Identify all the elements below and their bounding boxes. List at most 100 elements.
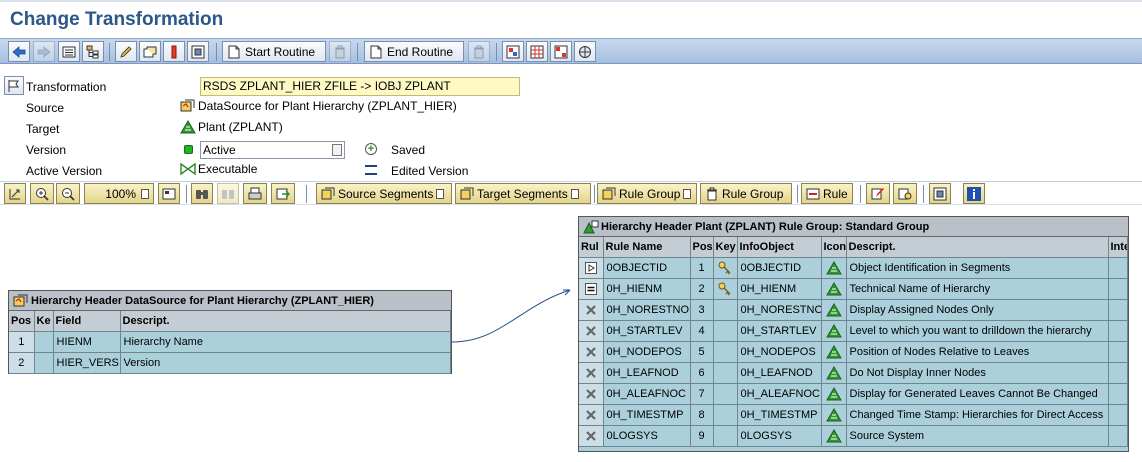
table-row[interactable]: 2 HIER_VERS Version (9, 352, 451, 374)
binoculars-next-icon (221, 187, 235, 201)
transformation-field[interactable]: RSDS ZPLANT_HIER ZFILE -> IOBJ ZPLANT (200, 77, 520, 96)
display-data-flow-button[interactable] (574, 41, 596, 62)
expert-routine-button[interactable] (502, 41, 524, 62)
source-segments-button[interactable]: Source Segments (316, 183, 452, 204)
table-row[interactable]: 0LOGSYS 9 0LOGSYS Source System (579, 425, 1128, 447)
key-cell (713, 278, 738, 300)
dropdown-icon (683, 188, 692, 199)
settings-button[interactable] (929, 183, 951, 204)
rule-name[interactable]: 0OBJECTID (603, 257, 691, 279)
rule-type-cell[interactable] (579, 257, 604, 279)
rule-type-cell[interactable] (579, 383, 604, 405)
row-pos: 8 (690, 404, 714, 426)
rule-type-cell[interactable] (579, 362, 604, 384)
rule-button[interactable]: Rule (801, 183, 853, 204)
compare-button[interactable] (550, 41, 572, 62)
start-routine-button[interactable]: Start Routine (222, 41, 326, 62)
table-row[interactable]: 0H_HIENM 2 0H_HIENM Technical Name of Hiera… (579, 278, 1128, 300)
table-view-button[interactable] (526, 41, 548, 62)
rule-name[interactable]: 0H_LEAFNOD (603, 362, 691, 384)
rule-name[interactable]: 0H_STARTLEV (603, 320, 691, 342)
overview-button[interactable] (158, 183, 180, 204)
target-box[interactable]: Hierarchy Header Plant (ZPLANT) Rule Gro… (578, 216, 1129, 452)
table-row[interactable]: 0H_LEAFNOD 6 0H_LEAFNOD Do Not Display Inne… (579, 362, 1128, 384)
export-button[interactable] (271, 183, 295, 204)
infoobject-name: 0OBJECTID (737, 257, 822, 279)
check-button[interactable] (139, 41, 161, 62)
rule-name[interactable]: 0LOGSYS (603, 425, 691, 447)
forward-button[interactable] (33, 41, 55, 62)
version-dropdown[interactable]: Active (200, 141, 345, 159)
rule-details-button[interactable] (893, 183, 917, 204)
pencil-icon (871, 187, 885, 201)
info-button[interactable] (963, 183, 985, 204)
infoobject-icon-cell (821, 383, 847, 405)
row-pos: 7 (690, 383, 714, 405)
row-inte (1108, 257, 1128, 279)
row-field: HIENM (53, 331, 121, 353)
display-program-button[interactable] (187, 41, 209, 62)
find-button[interactable] (191, 183, 213, 204)
rule-name[interactable]: 0H_NODEPOS (603, 341, 691, 363)
edit-rule-button[interactable] (866, 183, 890, 204)
zoom-out-button[interactable] (56, 183, 80, 204)
hierarchy-button[interactable] (82, 41, 104, 62)
edit-button[interactable] (115, 41, 137, 62)
target-segments-button[interactable]: Target Segments (455, 183, 591, 204)
column-header-field: Field (53, 311, 121, 332)
infoobject-name: 0H_NODEPOS (737, 341, 822, 363)
rule-group-dropdown-button[interactable]: Rule Group (597, 183, 697, 204)
table-row[interactable]: 0H_NORESTNO 3 0H_NORESTNO Display Assigned … (579, 299, 1128, 321)
table-row[interactable]: 0H_STARTLEV 4 0H_STARTLEV Level to which yo… (579, 320, 1128, 342)
activate-button[interactable] (163, 41, 185, 62)
rule-type-cell[interactable] (579, 299, 604, 321)
row-inte (1108, 278, 1128, 300)
fit-screen-button[interactable] (4, 183, 26, 204)
infoobject-icon (825, 281, 842, 296)
table-row[interactable]: 0OBJECTID 1 0OBJECTID Object Identification… (579, 257, 1128, 279)
table-row[interactable]: 0H_TIMESTMP 8 0H_TIMESTMP Changed Time Stam… (579, 404, 1128, 426)
table-row[interactable]: 0H_NODEPOS 5 0H_NODEPOS Position of Nodes R… (579, 341, 1128, 363)
end-routine-button[interactable]: End Routine (364, 41, 464, 62)
infoobject-icon (825, 344, 842, 359)
row-key (34, 331, 54, 353)
dropdown-icon (436, 188, 445, 199)
compare-grid-icon (554, 45, 568, 59)
rule-type-cell[interactable] (579, 404, 604, 426)
transformation-details-button[interactable] (4, 76, 24, 95)
infoobject-name: 0H_ALEAFNOC (737, 383, 822, 405)
target-value: Plant (ZPLANT) (198, 120, 283, 134)
delete-start-routine-button[interactable] (329, 41, 351, 62)
rule-type-cell[interactable] (579, 278, 604, 300)
delete-end-routine-button[interactable] (468, 41, 490, 62)
row-inte (1108, 404, 1128, 426)
program-icon (191, 45, 205, 59)
find-next-button[interactable] (217, 183, 239, 204)
source-box[interactable]: Hierarchy Header DataSource for Plant Hi… (8, 290, 452, 374)
toolbar-separator (109, 43, 110, 61)
key-cell (713, 320, 738, 342)
source-segments-label: Source Segments (338, 186, 434, 201)
display-list-button[interactable] (58, 41, 80, 62)
rule-type-cell[interactable] (579, 341, 604, 363)
rule-type-cell[interactable] (579, 320, 604, 342)
infoobject-name: 0H_LEAFNOD (737, 362, 822, 384)
rule-type-cell[interactable] (579, 425, 604, 447)
column-header-pos: Pos (9, 311, 35, 332)
title-bar: Change Transformation (0, 0, 1142, 36)
transformation-canvas[interactable]: Hierarchy Header DataSource for Plant Hi… (0, 206, 1142, 462)
zoom-in-button[interactable] (30, 183, 54, 204)
column-header-icon: Icon (821, 237, 847, 258)
table-row[interactable]: 1 HIENM Hierarchy Name (9, 331, 451, 353)
row-desc: Display for Generated Leaves Cannot Be C… (846, 383, 1109, 405)
rule-name[interactable]: 0H_NORESTNO (603, 299, 691, 321)
table-row[interactable]: 0H_ALEAFNOC 7 0H_ALEAFNOC Display for Gener… (579, 383, 1128, 405)
rule-name[interactable]: 0H_TIMESTMP (603, 404, 691, 426)
print-button[interactable] (243, 183, 267, 204)
version-value: Active (203, 143, 236, 157)
zoom-dropdown[interactable]: 100% (84, 183, 154, 204)
back-button[interactable] (8, 41, 30, 62)
rule-name[interactable]: 0H_HIENM (603, 278, 691, 300)
delete-rule-group-button[interactable]: Rule Group (700, 183, 792, 204)
rule-name[interactable]: 0H_ALEAFNOC (603, 383, 691, 405)
